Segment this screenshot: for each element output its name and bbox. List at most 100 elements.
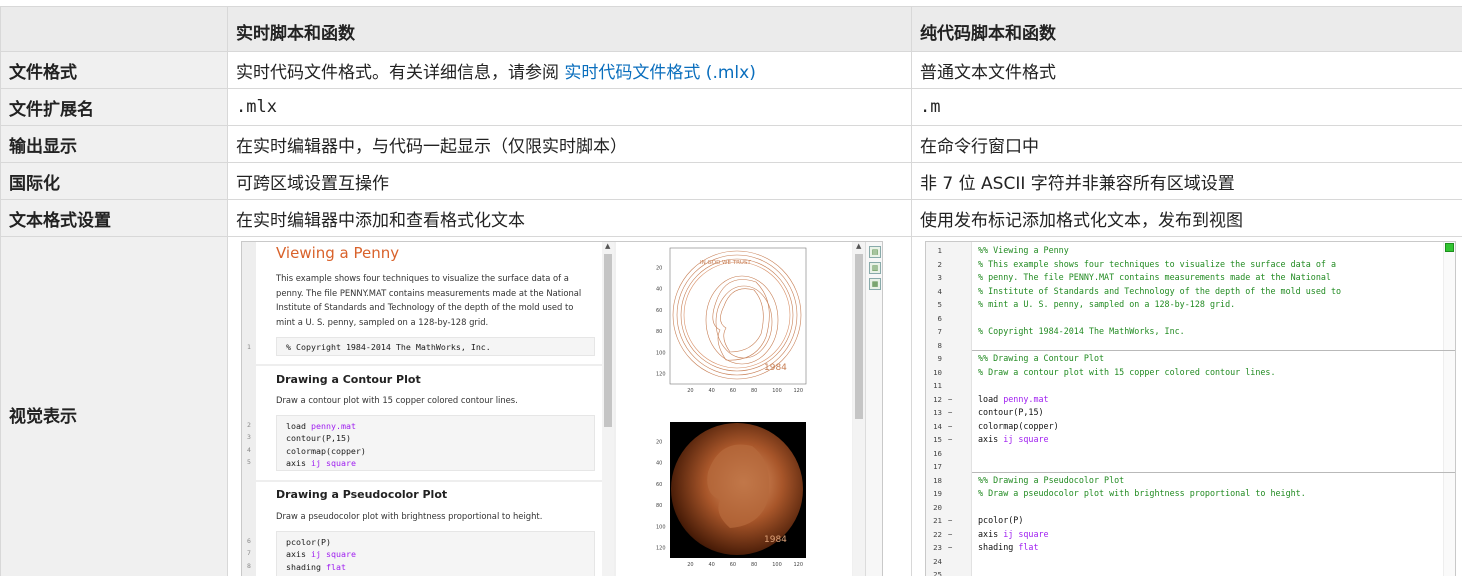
- breakpoint-dash[interactable]: −: [948, 433, 952, 447]
- code-argument: ij square: [1003, 434, 1049, 444]
- code-token: %% Drawing a Contour Plot: [978, 353, 1105, 363]
- mlx-format-link[interactable]: 实时代码文件格式 (.mlx): [564, 63, 755, 83]
- code-text: load penny.mat: [978, 393, 1049, 407]
- output-right-icon[interactable]: ▥: [869, 262, 881, 274]
- breakpoint-dash[interactable]: −: [948, 541, 952, 555]
- y-tick-label: 40: [656, 461, 662, 467]
- line-number: 3: [247, 433, 251, 442]
- editor-line: 12− load penny.mat: [926, 393, 1455, 407]
- scrollbar-thumb[interactable]: [604, 254, 612, 427]
- y-tick-label: 20: [656, 265, 662, 271]
- code-text: axis: [286, 549, 311, 560]
- code-argument: penny.mat: [1003, 393, 1049, 404]
- line-number: 1: [247, 343, 251, 351]
- breakpoint-dash[interactable]: −: [948, 406, 952, 420]
- code-text: axis ij square: [978, 433, 1049, 447]
- editor-line: 10 % Draw a contour plot with 15 copper c…: [926, 366, 1455, 380]
- contour-desc: Draw a contour plot with 15 copper color…: [276, 395, 518, 405]
- x-tick-label: 80: [751, 388, 757, 394]
- hide-code-icon[interactable]: ▦: [869, 278, 881, 290]
- table-row: 文本格式设置 在实时编辑器中添加和查看格式化文本 使用发布标记添加格式化文本，发…: [0, 199, 1462, 237]
- code-line: axis ij square: [277, 457, 594, 469]
- copyright-code: % Copyright 1984-2014 The MathWorks, Inc…: [286, 342, 491, 352]
- code-line: shading flat: [277, 561, 594, 573]
- breakpoint-dash[interactable]: −: [948, 514, 952, 528]
- line-number: 6: [247, 537, 251, 545]
- comparison-table: 实时脚本和函数 纯代码脚本和函数 文件格式 实时代码文件格式。有关详细信息，请参…: [0, 6, 1462, 576]
- editor-line: 6: [926, 312, 1455, 326]
- editor-line: 21− pcolor(P): [926, 514, 1455, 528]
- x-tick-label: 80: [751, 562, 757, 568]
- editor-line: 15− axis ij square: [926, 433, 1455, 447]
- line-number: 10: [933, 367, 942, 377]
- row-label-text-format: 文本格式设置: [0, 199, 228, 237]
- code-text: shading flat: [978, 541, 1039, 555]
- line-number: 7: [937, 327, 942, 336]
- y-tick-label: 60: [656, 308, 662, 314]
- code-line: colormap(copper): [277, 445, 594, 457]
- code-text: % Copyright 1984-2014 The MathWorks, Inc…: [978, 325, 1185, 339]
- contour-motto: IN GOD WE TRUST: [700, 260, 751, 266]
- code-token: load: [978, 393, 1004, 404]
- code-token: %% Drawing a Pseudocolor Plot: [978, 474, 1125, 485]
- scrollbar-thumb[interactable]: [855, 254, 863, 419]
- code-token: colormap(copper): [978, 420, 1059, 431]
- code-token: %% Viewing a Penny: [978, 245, 1069, 255]
- breakpoint-dash[interactable]: −: [948, 393, 952, 407]
- cell-live-i18n: 可跨区域设置互操作: [227, 162, 912, 200]
- row-label-output: 输出显示: [0, 125, 228, 163]
- code-token: axis: [978, 528, 1004, 539]
- code-argument: penny.mat: [310, 421, 356, 431]
- figure-scrollbar[interactable]: ▲: [853, 242, 865, 576]
- line-number: 5: [937, 300, 942, 309]
- code-line: axis ij square: [277, 548, 594, 560]
- code-argument: ij square: [310, 457, 356, 468]
- cell-plain-text-format: 使用发布标记添加格式化文本，发布到视图: [911, 199, 1462, 237]
- breakpoint-dash[interactable]: −: [948, 420, 952, 434]
- scroll-up-arrow-icon[interactable]: ▲: [605, 242, 610, 250]
- line-number: 15: [933, 435, 942, 444]
- code-token: % penny. The file PENNY.MAT contains mea…: [978, 272, 1331, 282]
- code-text: axis: [286, 457, 311, 468]
- x-tick-label: 20: [687, 388, 693, 394]
- header-blank: [0, 6, 228, 52]
- code-token: axis: [978, 434, 1004, 444]
- line-number: 5: [247, 457, 251, 466]
- code-argument: flat: [1018, 542, 1039, 552]
- line-number: 14: [933, 421, 942, 431]
- line-number: 23: [933, 543, 942, 552]
- editor-line: 7 % Copyright 1984-2014 The MathWorks, In…: [926, 325, 1455, 339]
- cell-separator: [972, 350, 1455, 351]
- line-number: 18: [933, 475, 942, 485]
- editor-line: 3 % penny. The file PENNY.MAT contains me…: [926, 271, 1455, 285]
- editor-line: 13− contour(P,15): [926, 406, 1455, 420]
- breakpoint-dash[interactable]: −: [948, 528, 952, 542]
- code-line: contour(P,15): [277, 432, 594, 444]
- row-label-extension: 文件扩展名: [0, 88, 228, 126]
- editor-line: 16: [926, 447, 1455, 461]
- line-number: 16: [933, 448, 942, 458]
- file-format-text: 实时代码文件格式。有关详细信息，请参阅: [236, 62, 565, 83]
- code-line: load penny.mat: [277, 420, 594, 432]
- line-number: 9: [937, 354, 942, 363]
- section-divider: [256, 480, 614, 482]
- line-number: 6: [937, 313, 942, 323]
- line-number: 7: [247, 549, 251, 558]
- document-scrollbar[interactable]: ▲: [602, 242, 614, 576]
- code-text: pcolor(P): [978, 514, 1023, 528]
- cell-live-visual: Viewing a Penny This example shows four …: [227, 236, 912, 576]
- y-tick-label: 120: [656, 546, 666, 552]
- scroll-up-arrow-icon[interactable]: ▲: [856, 242, 861, 250]
- editor-line: 9 %% Drawing a Contour Plot: [926, 352, 1455, 366]
- line-number: 19: [933, 489, 942, 498]
- output-inline-icon[interactable]: ▤: [869, 246, 881, 258]
- table-row: 文件格式 实时代码文件格式。有关详细信息，请参阅 实时代码文件格式 (.mlx)…: [0, 51, 1462, 89]
- y-tick-label: 80: [656, 503, 662, 509]
- cell-live-output: 在实时编辑器中，与代码一起显示（仅限实时脚本）: [227, 125, 912, 163]
- pcolor-code-box: pcolor(P) axis ij square shading flat: [276, 531, 595, 576]
- copyright-code-box: % Copyright 1984-2014 The MathWorks, Inc…: [276, 337, 595, 356]
- cell-plain-file-format: 普通文本文件格式: [911, 51, 1462, 89]
- table-row: 输出显示 在实时编辑器中，与代码一起显示（仅限实时脚本） 在命令行窗口中: [0, 125, 1462, 163]
- live-title: Viewing a Penny: [276, 244, 400, 262]
- x-tick-label: 60: [730, 562, 736, 568]
